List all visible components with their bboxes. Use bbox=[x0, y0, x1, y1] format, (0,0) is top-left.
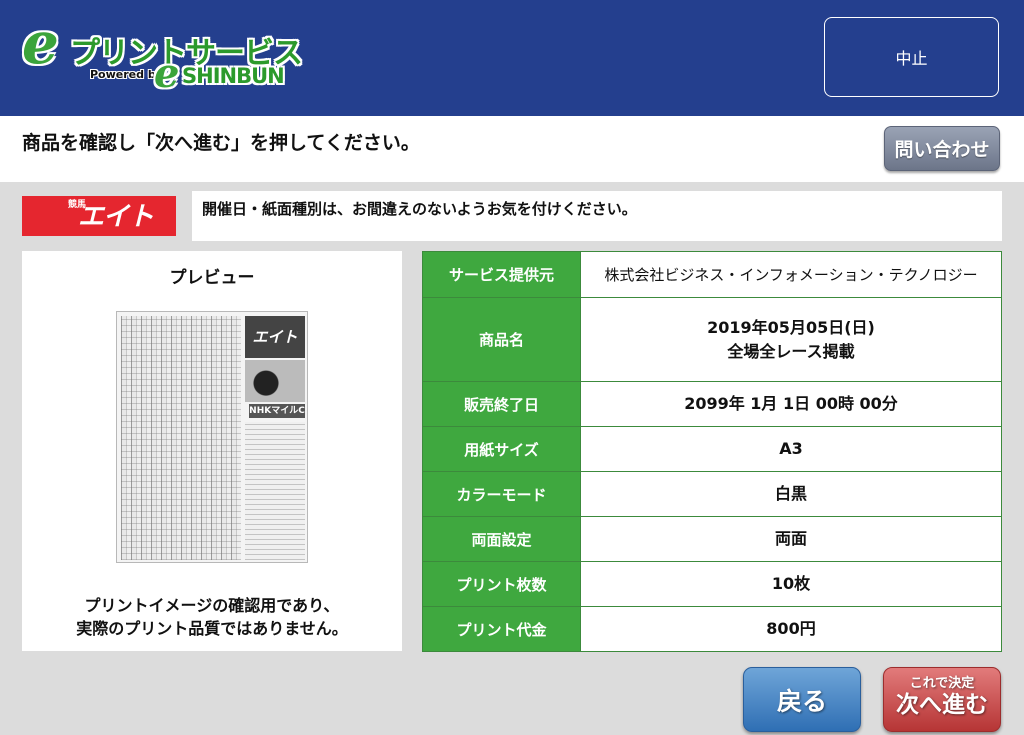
eprint-service-logo: e プリントサービス Powered by e SHINBUN bbox=[22, 14, 303, 100]
sales-end-value: 2099年 1月 1日 00時 00分 bbox=[580, 381, 1002, 427]
color-mode-value: 白黒 bbox=[580, 471, 1002, 517]
table-row: 商品名 2019年05月05日(日) 全場全レース掲載 bbox=[422, 297, 1002, 382]
header-bar: e プリントサービス Powered by e SHINBUN 中止 bbox=[0, 0, 1024, 116]
logo-partner-name: SHINBUN bbox=[182, 64, 285, 88]
logo-powered-by: Powered by bbox=[90, 68, 163, 81]
back-button[interactable]: 戻る bbox=[743, 667, 861, 732]
logo-e-mark: e bbox=[22, 9, 59, 77]
price-value: 800円 bbox=[580, 606, 1002, 652]
product-description: 全場全レース掲載 bbox=[727, 341, 855, 361]
paper-size-label: 用紙サイズ bbox=[422, 426, 581, 472]
thumbnail-race-rows bbox=[121, 316, 241, 560]
next-button-caption: これで決定 bbox=[909, 676, 975, 691]
newspaper-logo: 競馬 エイト bbox=[22, 196, 176, 236]
product-date: 2019年05月05日(日) bbox=[707, 317, 875, 337]
copies-label: プリント枚数 bbox=[422, 561, 581, 607]
duplex-value: 両面 bbox=[580, 516, 1002, 562]
provider-value: 株式会社ビジネス・インフォメーション・テクノロジー bbox=[580, 251, 1002, 298]
product-details-table: サービス提供元 株式会社ビジネス・インフォメーション・テクノロジー 商品名 20… bbox=[422, 251, 1002, 652]
newspaper-logo-title: エイト bbox=[78, 202, 154, 232]
table-row: カラーモード 白黒 bbox=[422, 471, 1002, 517]
thumbnail-masthead: エイト bbox=[245, 316, 305, 358]
duplex-label: 両面設定 bbox=[422, 516, 581, 562]
preview-caption-line1: プリントイメージの確認用であり、 bbox=[84, 596, 340, 615]
thumbnail-horse-photo bbox=[245, 360, 305, 402]
next-button-label: 次へ進む bbox=[896, 692, 988, 718]
paper-size-value: A3 bbox=[580, 426, 1002, 472]
preview-panel: プレビュー エイト NHKマイルC プリントイメージの確認用であり、 実際のプリ… bbox=[22, 251, 402, 651]
stop-button[interactable]: 中止 bbox=[824, 17, 999, 97]
sales-end-label: 販売終了日 bbox=[422, 381, 581, 427]
instruction-bar: 商品を確認し「次へ進む」を押してください。 問い合わせ bbox=[0, 116, 1024, 182]
instruction-text: 商品を確認し「次へ進む」を押してください。 bbox=[22, 132, 420, 154]
preview-title: プレビュー bbox=[169, 268, 255, 288]
preview-caption-line2: 実際のプリント品質ではありません。 bbox=[76, 619, 348, 638]
table-row: 用紙サイズ A3 bbox=[422, 426, 1002, 472]
thumbnail-article-text bbox=[245, 422, 305, 560]
table-row: プリント枚数 10枚 bbox=[422, 561, 1002, 607]
copies-value: 10枚 bbox=[580, 561, 1002, 607]
logo-partner-e-mark: e bbox=[154, 50, 180, 97]
color-mode-label: カラーモード bbox=[422, 471, 581, 517]
thumbnail-race-tag: NHKマイルC bbox=[249, 404, 305, 418]
product-name-label: 商品名 bbox=[422, 297, 581, 382]
newspaper-preview-thumbnail: エイト NHKマイルC bbox=[116, 311, 308, 563]
table-row: 販売終了日 2099年 1月 1日 00時 00分 bbox=[422, 381, 1002, 427]
table-row: プリント代金 800円 bbox=[422, 606, 1002, 652]
inquiry-button[interactable]: 問い合わせ bbox=[884, 126, 1000, 171]
table-row: 両面設定 両面 bbox=[422, 516, 1002, 562]
product-name-value: 2019年05月05日(日) 全場全レース掲載 bbox=[580, 297, 1002, 382]
next-button[interactable]: これで決定 次へ進む bbox=[883, 667, 1001, 732]
preview-caption: プリントイメージの確認用であり、 実際のプリント品質ではありません。 bbox=[22, 594, 402, 640]
notice-message: 開催日・紙面種別は、お間違えのないようお気を付けください。 bbox=[192, 191, 1002, 241]
provider-label: サービス提供元 bbox=[422, 251, 581, 298]
price-label: プリント代金 bbox=[422, 606, 581, 652]
table-row: サービス提供元 株式会社ビジネス・インフォメーション・テクノロジー bbox=[422, 251, 1002, 298]
